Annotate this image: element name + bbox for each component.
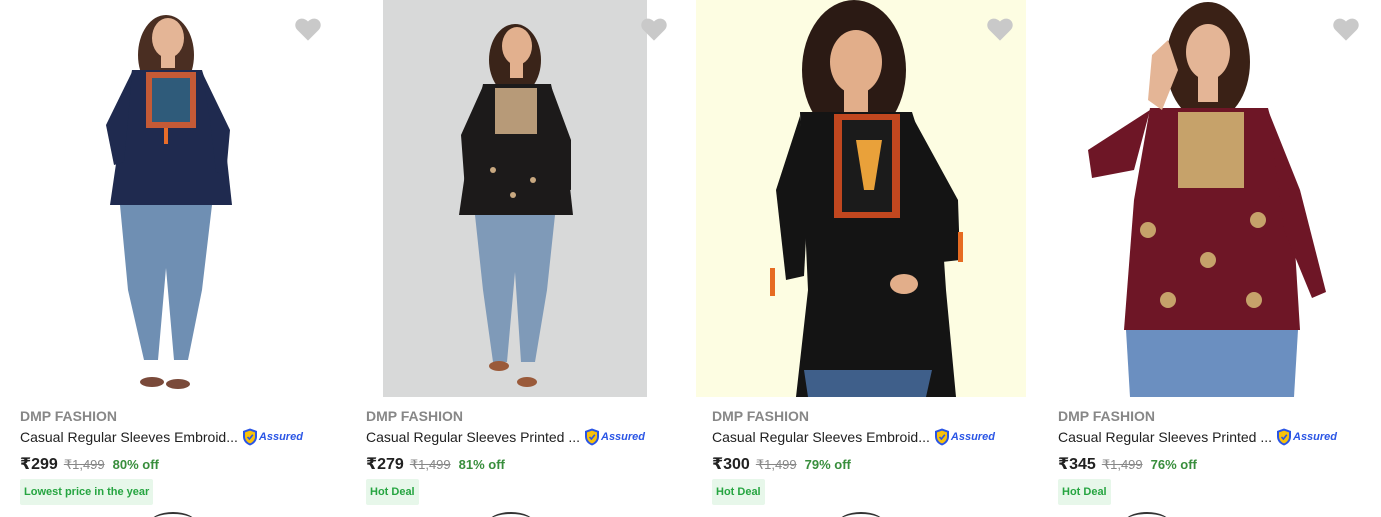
product-image[interactable] xyxy=(696,0,1026,397)
assured-shield-icon xyxy=(585,428,599,446)
product-card[interactable]: DMP FASHION Casual Regular Sleeves Print… xyxy=(346,0,692,517)
assured-shield-icon xyxy=(934,428,949,446)
product-title-row: Casual Regular Sleeves Printed ... Assur… xyxy=(1058,428,1337,446)
next-row-peek xyxy=(488,512,534,517)
discount-percent: 80% off xyxy=(112,457,159,472)
assured-badge: Assured xyxy=(934,428,995,446)
product-card[interactable]: DMP FASHION Casual Regular Sleeves Embro… xyxy=(0,0,346,517)
price-row: ₹299 ₹1,499 80% off xyxy=(20,454,159,474)
discount-percent: 76% off xyxy=(1150,457,1197,472)
product-image[interactable] xyxy=(40,0,290,397)
assured-label: Assured xyxy=(950,431,995,443)
product-card[interactable]: DMP FASHION Casual Regular Sleeves Embro… xyxy=(692,0,1038,517)
discount-percent: 79% off xyxy=(804,457,851,472)
product-image[interactable] xyxy=(383,0,647,397)
next-row-peek xyxy=(1124,512,1170,517)
original-price: ₹1,499 xyxy=(755,457,797,472)
deal-badge: Lowest price in the year xyxy=(20,479,154,505)
selling-price: ₹299 xyxy=(20,456,58,473)
product-brand: DMP FASHION xyxy=(712,408,809,424)
product-title[interactable]: Casual Regular Sleeves Embroid... xyxy=(712,429,930,445)
product-card[interactable]: DMP FASHION Casual Regular Sleeves Print… xyxy=(1038,0,1381,517)
product-title-row: Casual Regular Sleeves Embroid... Assure… xyxy=(712,428,995,446)
product-brand: DMP FASHION xyxy=(1058,408,1155,424)
original-price: ₹1,499 xyxy=(1101,457,1143,472)
product-image[interactable] xyxy=(1078,0,1338,397)
product-brand: DMP FASHION xyxy=(366,408,463,424)
assured-shield-icon xyxy=(1277,428,1291,446)
product-title[interactable]: Casual Regular Sleeves Embroid... xyxy=(20,429,238,445)
price-row: ₹300 ₹1,499 79% off xyxy=(712,454,851,474)
selling-price: ₹279 xyxy=(366,456,404,473)
assured-label: Assured xyxy=(258,431,303,443)
wishlist-heart-icon[interactable] xyxy=(986,16,1014,42)
original-price: ₹1,499 xyxy=(409,457,451,472)
product-title[interactable]: Casual Regular Sleeves Printed ... xyxy=(1058,429,1272,445)
assured-label: Assured xyxy=(601,431,646,443)
assured-badge: Assured xyxy=(584,428,645,446)
price-row: ₹279 ₹1,499 81% off xyxy=(366,454,505,474)
deal-badge: Hot Deal xyxy=(366,479,419,505)
selling-price: ₹345 xyxy=(1058,456,1096,473)
original-price: ₹1,499 xyxy=(63,457,105,472)
price-row: ₹345 ₹1,499 76% off xyxy=(1058,454,1197,474)
wishlist-heart-icon[interactable] xyxy=(294,16,322,42)
selling-price: ₹300 xyxy=(712,456,750,473)
deal-badge: Hot Deal xyxy=(1058,479,1111,505)
discount-percent: 81% off xyxy=(458,457,505,472)
wishlist-heart-icon[interactable] xyxy=(640,16,668,42)
deal-badge: Hot Deal xyxy=(712,479,765,505)
product-grid: DMP FASHION Casual Regular Sleeves Embro… xyxy=(0,0,1381,517)
product-title-row: Casual Regular Sleeves Embroid... Assure… xyxy=(20,428,303,446)
wishlist-heart-icon[interactable] xyxy=(1332,16,1360,42)
product-title-row: Casual Regular Sleeves Printed ... Assur… xyxy=(366,428,645,446)
assured-badge: Assured xyxy=(242,428,303,446)
next-row-peek xyxy=(838,512,884,517)
next-row-peek xyxy=(150,512,196,517)
product-brand: DMP FASHION xyxy=(20,408,117,424)
product-title[interactable]: Casual Regular Sleeves Printed ... xyxy=(366,429,580,445)
assured-label: Assured xyxy=(1293,431,1338,443)
assured-badge: Assured xyxy=(1276,428,1337,446)
assured-shield-icon xyxy=(242,428,257,446)
